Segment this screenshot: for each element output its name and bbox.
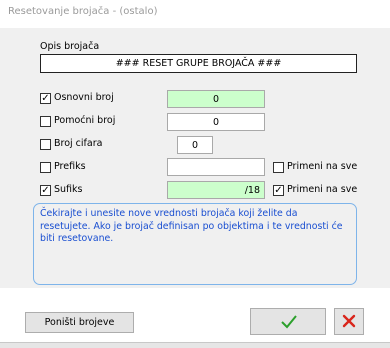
osnovni-broj-input[interactable]: 0 <box>167 90 265 108</box>
pomocni-broj-label: Pomoćni broj <box>54 115 116 126</box>
prefiks-label: Prefiks <box>54 161 86 172</box>
sufiks-label: Sufiks <box>54 184 83 195</box>
cancel-button[interactable] <box>334 308 364 335</box>
info-box: Čekirajte i unesite nove vrednosti broja… <box>33 203 357 285</box>
window-title: Resetovanje brojača - (ostalo) <box>8 6 158 17</box>
reset-numbers-button[interactable]: Poništi brojeve <box>25 312 134 333</box>
ok-button[interactable] <box>250 308 326 335</box>
check-icon: ✓ <box>41 93 50 104</box>
prefiks-apply-checkbox[interactable] <box>273 162 284 173</box>
prefiks-apply-label: Primeni na sve <box>287 161 358 172</box>
sufiks-apply-label: Primeni na sve <box>287 184 358 195</box>
pomocni-broj-input[interactable]: 0 <box>167 113 265 131</box>
close-icon <box>342 314 356 328</box>
prefiks-checkbox[interactable] <box>40 162 51 173</box>
osnovni-broj-label: Osnovni broj <box>54 92 114 103</box>
sufiks-input[interactable]: /18 <box>167 181 265 199</box>
check-icon <box>281 315 297 329</box>
opis-field[interactable]: ### RESET GRUPE BROJAČA ### <box>40 54 357 73</box>
broj-cifara-checkbox[interactable] <box>40 139 51 150</box>
broj-cifara-label: Broj cifara <box>54 138 103 149</box>
sufiks-checkbox[interactable]: ✓ <box>40 185 51 196</box>
opis-label: Opis brojača <box>40 41 100 52</box>
osnovni-broj-checkbox[interactable]: ✓ <box>40 93 51 104</box>
broj-cifara-input[interactable]: 0 <box>177 136 213 154</box>
bottom-strip <box>0 342 390 348</box>
check-icon: ✓ <box>41 185 50 196</box>
prefiks-input[interactable] <box>167 158 265 176</box>
sufiks-apply-checkbox[interactable]: ✓ <box>273 185 284 196</box>
check-icon: ✓ <box>274 185 283 196</box>
pomocni-broj-checkbox[interactable] <box>40 116 51 127</box>
